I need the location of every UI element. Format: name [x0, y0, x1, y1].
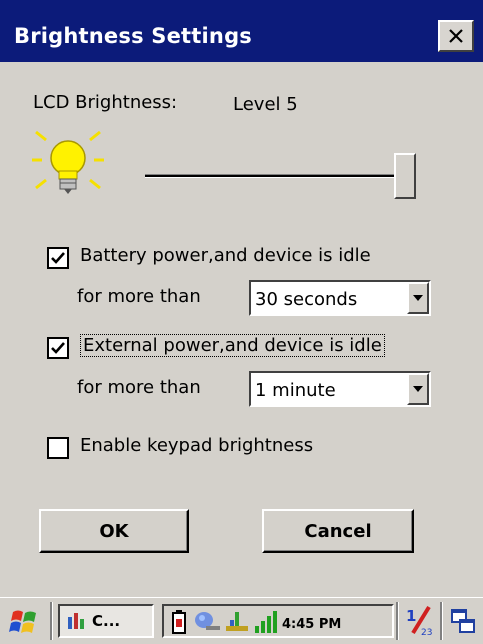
external-idle-checkbox[interactable] — [47, 337, 69, 359]
taskbar-separator — [440, 602, 443, 640]
title-bar: Brightness Settings — [0, 0, 483, 62]
input-panel-button[interactable]: 1 23 — [404, 604, 436, 638]
chevron-down-icon — [413, 386, 423, 392]
close-button[interactable] — [438, 20, 474, 52]
checkmark-icon — [51, 342, 65, 354]
windows-icon — [451, 609, 475, 633]
battery-idle-checkbox[interactable] — [47, 247, 69, 269]
battery-for-more-than-label: for more than — [77, 286, 201, 307]
battery-idle-label: Battery power,and device is idle — [80, 245, 371, 266]
input-panel-icon: 1 23 — [406, 605, 432, 637]
taskbar-app-button[interactable]: C... — [58, 604, 154, 638]
taskbar-separator — [50, 602, 53, 640]
signal-icon[interactable] — [254, 610, 278, 634]
window-title: Brightness Settings — [14, 24, 253, 48]
start-flag-icon — [9, 610, 36, 633]
external-timeout-select[interactable]: 1 minute — [249, 371, 431, 407]
battery-icon[interactable] — [172, 610, 186, 634]
checkmark-icon — [51, 252, 65, 264]
keypad-brightness-label: Enable keypad brightness — [80, 435, 314, 456]
svg-text:23: 23 — [421, 628, 432, 637]
keypad-brightness-checkbox[interactable] — [47, 437, 69, 459]
external-idle-label: External power,and device is idle — [80, 334, 385, 357]
network-icon[interactable] — [194, 610, 222, 634]
svg-text:1: 1 — [406, 607, 416, 625]
usb-icon[interactable] — [224, 610, 250, 634]
taskbar: C... 1 23 — [0, 597, 483, 644]
desktop-button[interactable] — [448, 606, 478, 636]
battery-dropdown-button[interactable] — [407, 282, 429, 314]
taskbar-separator — [396, 602, 399, 640]
taskbar-clock: 4:45 PM — [282, 617, 342, 632]
system-tray — [162, 604, 394, 638]
close-icon — [449, 29, 463, 43]
start-button[interactable] — [6, 606, 42, 638]
external-timeout-value: 1 minute — [255, 380, 336, 401]
taskbar-app-label: C... — [92, 612, 121, 630]
ok-button[interactable]: OK — [39, 509, 189, 553]
chevron-down-icon — [413, 295, 423, 301]
app-icon — [68, 613, 84, 629]
light-bulb-icon — [32, 130, 104, 194]
external-for-more-than-label: for more than — [77, 377, 201, 398]
battery-timeout-value: 30 seconds — [255, 289, 358, 310]
lcd-brightness-label: LCD Brightness: — [33, 92, 178, 113]
battery-timeout-select[interactable]: 30 seconds — [249, 280, 431, 316]
cancel-button[interactable]: Cancel — [262, 509, 414, 553]
brightness-slider-track[interactable] — [145, 174, 407, 178]
external-dropdown-button[interactable] — [407, 373, 429, 405]
brightness-level-value: Level 5 — [233, 94, 298, 115]
brightness-slider-thumb[interactable] — [394, 153, 416, 199]
